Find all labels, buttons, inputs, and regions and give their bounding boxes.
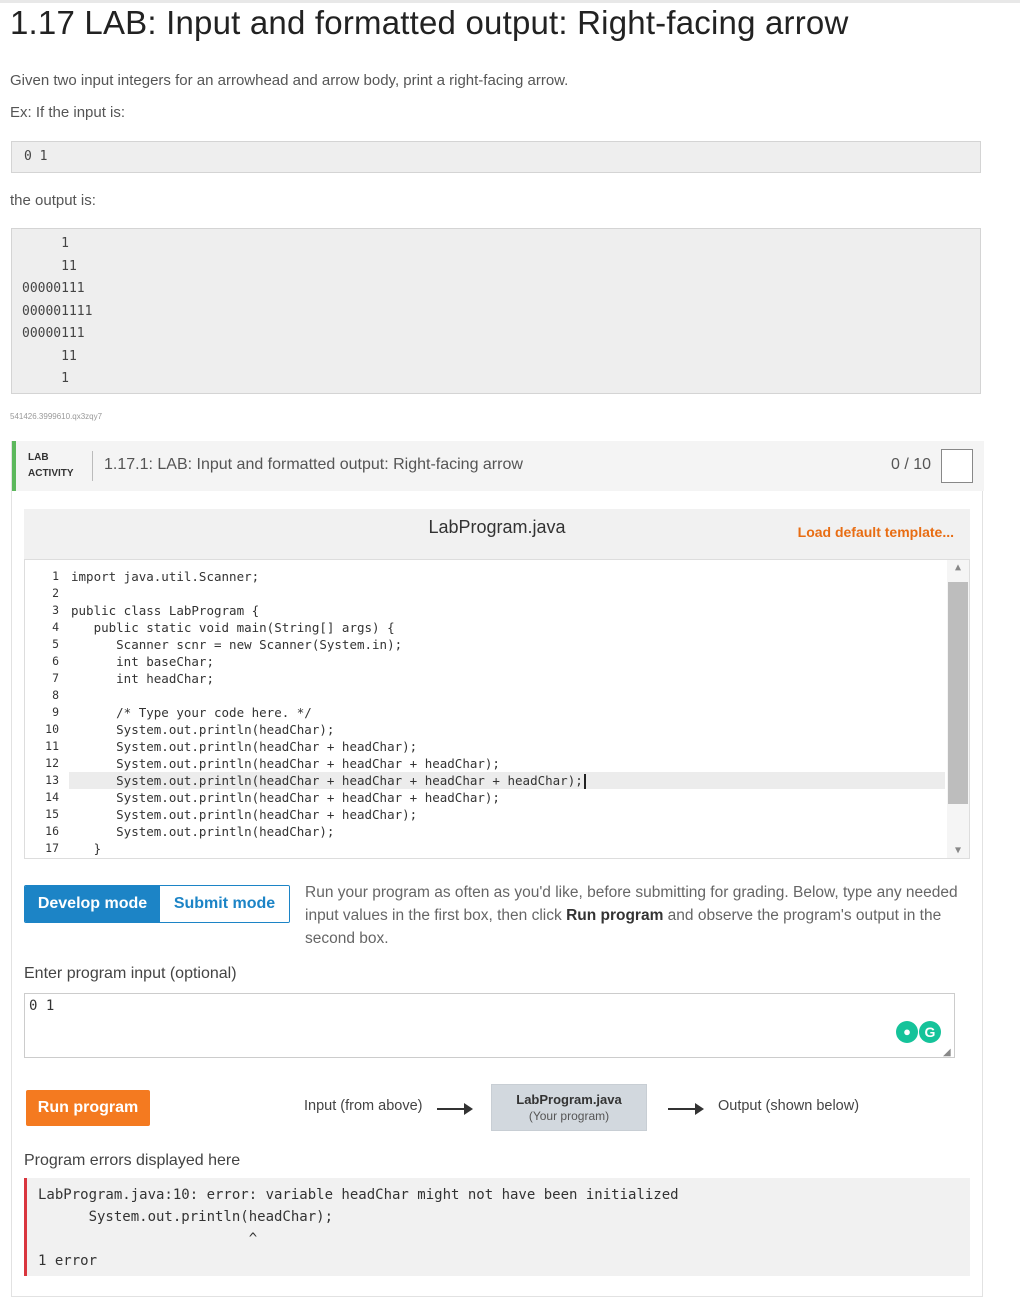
line-number: 3 bbox=[25, 602, 59, 619]
line-number: 12 bbox=[25, 755, 59, 772]
flow-arrow-icon bbox=[668, 1108, 702, 1110]
program-box-sub: (Your program) bbox=[492, 1109, 646, 1123]
score-badge-icon bbox=[941, 449, 973, 483]
develop-mode-button[interactable]: Develop mode bbox=[25, 886, 160, 922]
text-cursor bbox=[584, 774, 586, 789]
line-number: 4 bbox=[25, 619, 59, 636]
example-output-line: 1 bbox=[22, 233, 970, 256]
line-number-gutter: 1234567891011121314151617 bbox=[25, 568, 59, 857]
flow-output-label: Output (shown below) bbox=[718, 1098, 859, 1114]
program-box: LabProgram.java (Your program) bbox=[491, 1084, 647, 1131]
help-text-bold: Run program bbox=[566, 907, 663, 924]
error-line: System.out.println(headChar); bbox=[38, 1206, 970, 1228]
line-number: 5 bbox=[25, 636, 59, 653]
code-line[interactable]: public class LabProgram { bbox=[69, 602, 945, 619]
code-editor-panel: LabProgram.java Load default template...… bbox=[24, 509, 970, 859]
code-line[interactable] bbox=[69, 585, 945, 602]
program-input-textarea[interactable]: 0 1 bbox=[24, 993, 955, 1058]
code-lines[interactable]: import java.util.Scanner; public class La… bbox=[69, 568, 945, 857]
load-default-template-link[interactable]: Load default template... bbox=[798, 524, 954, 540]
code-line[interactable]: System.out.println(headChar); bbox=[69, 823, 945, 840]
code-line[interactable] bbox=[69, 687, 945, 704]
example-output-box: 1 11 00000111 000001111 00000111 11 1 bbox=[11, 228, 981, 394]
lab-activity-tag: LAB ACTIVITY bbox=[28, 450, 74, 482]
mode-toggle: Develop mode Submit mode bbox=[24, 885, 290, 923]
line-number: 11 bbox=[25, 738, 59, 755]
code-line[interactable]: /* Type your code here. */ bbox=[69, 704, 945, 721]
code-line[interactable]: import java.util.Scanner; bbox=[69, 568, 945, 585]
line-number: 15 bbox=[25, 806, 59, 823]
example-output-line: 00000111 bbox=[22, 278, 970, 301]
scroll-down-icon[interactable]: ▼ bbox=[947, 845, 969, 856]
lab-tag-line: ACTIVITY bbox=[28, 466, 74, 482]
error-line: LabProgram.java:10: error: variable head… bbox=[38, 1184, 970, 1206]
program-input-label: Enter program input (optional) bbox=[24, 965, 237, 983]
submit-mode-button[interactable]: Submit mode bbox=[160, 886, 289, 922]
example-input-text: 0 1 bbox=[24, 149, 47, 164]
lab-activity-title: 1.17.1: LAB: Input and formatted output:… bbox=[104, 456, 523, 474]
line-number: 8 bbox=[25, 687, 59, 704]
line-number: 13 bbox=[25, 772, 59, 789]
header-divider bbox=[92, 451, 93, 481]
error-line: ^ bbox=[38, 1228, 970, 1250]
lab-tag-line: LAB bbox=[28, 450, 74, 466]
example-output-line: 000001111 bbox=[22, 301, 970, 324]
code-line[interactable]: System.out.println(headChar + headChar +… bbox=[69, 772, 945, 789]
line-number: 10 bbox=[25, 721, 59, 738]
page-title: 1.17 LAB: Input and formatted output: Ri… bbox=[10, 4, 849, 42]
resize-grip-icon[interactable]: ◢ bbox=[943, 1047, 951, 1058]
code-line[interactable]: int baseChar; bbox=[69, 653, 945, 670]
editor-scrollbar[interactable]: ▲ ▼ bbox=[947, 560, 969, 858]
lab-activity-header: LAB ACTIVITY 1.17.1: LAB: Input and form… bbox=[12, 441, 984, 491]
line-number: 6 bbox=[25, 653, 59, 670]
output-lead: the output is: bbox=[10, 192, 96, 209]
line-number: 14 bbox=[25, 789, 59, 806]
scroll-thumb[interactable] bbox=[948, 582, 968, 804]
lab-score: 0 / 10 bbox=[891, 456, 931, 474]
grammarly-icon[interactable]: G bbox=[919, 1021, 941, 1043]
errors-label: Program errors displayed here bbox=[24, 1152, 240, 1170]
lightbulb-icon[interactable]: ● bbox=[896, 1021, 918, 1043]
scroll-up-icon[interactable]: ▲ bbox=[947, 562, 969, 573]
code-line[interactable]: System.out.println(headChar + headChar +… bbox=[69, 755, 945, 772]
errors-output-box: LabProgram.java:10: error: variable head… bbox=[24, 1178, 970, 1276]
code-line[interactable]: Scanner scnr = new Scanner(System.in); bbox=[69, 636, 945, 653]
code-line[interactable]: int headChar; bbox=[69, 670, 945, 687]
line-number: 17 bbox=[25, 840, 59, 857]
code-line[interactable]: System.out.println(headChar); bbox=[69, 721, 945, 738]
example-output-line: 1 bbox=[22, 368, 970, 391]
run-program-button[interactable]: Run program bbox=[26, 1090, 150, 1126]
code-line[interactable]: System.out.println(headChar + headChar +… bbox=[69, 789, 945, 806]
lab-activity-card: LAB ACTIVITY 1.17.1: LAB: Input and form… bbox=[11, 441, 983, 1297]
code-line[interactable]: public static void main(String[] args) { bbox=[69, 619, 945, 636]
error-line: 1 error bbox=[38, 1250, 970, 1272]
flow-input-label: Input (from above) bbox=[304, 1098, 422, 1114]
top-border bbox=[0, 0, 1020, 3]
example-output-line: 11 bbox=[22, 256, 970, 279]
example-output-line: 00000111 bbox=[22, 323, 970, 346]
line-number: 1 bbox=[25, 568, 59, 585]
line-number: 9 bbox=[25, 704, 59, 721]
line-number: 7 bbox=[25, 670, 59, 687]
mode-help-text: Run your program as often as you'd like,… bbox=[305, 881, 970, 950]
code-editor[interactable]: 1234567891011121314151617 import java.ut… bbox=[24, 559, 970, 859]
code-line[interactable]: System.out.println(headChar + headChar); bbox=[69, 738, 945, 755]
content-id: 541426.3999610.qx3zqy7 bbox=[10, 412, 102, 421]
line-number: 16 bbox=[25, 823, 59, 840]
flow-arrow-icon bbox=[437, 1108, 471, 1110]
example-lead: Ex: If the input is: bbox=[10, 104, 125, 121]
program-box-name: LabProgram.java bbox=[492, 1092, 646, 1107]
code-line[interactable]: System.out.println(headChar + headChar); bbox=[69, 806, 945, 823]
line-number: 2 bbox=[25, 585, 59, 602]
grammarly-widget[interactable]: ● G bbox=[896, 1021, 944, 1045]
intro-text: Given two input integers for an arrowhea… bbox=[10, 72, 568, 89]
code-line[interactable]: } bbox=[69, 840, 945, 857]
example-output-line: 11 bbox=[22, 346, 970, 369]
example-input-box: 0 1 bbox=[11, 141, 981, 173]
